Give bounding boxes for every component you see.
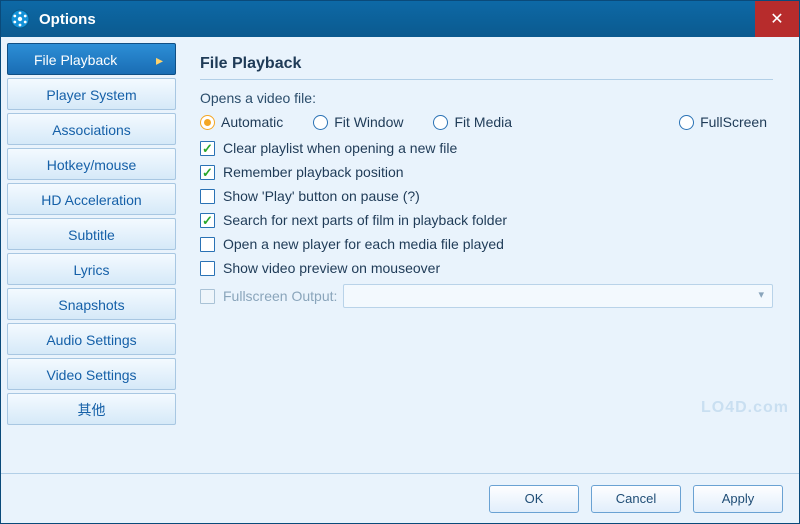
radio-automatic[interactable]: Automatic [200,114,283,130]
close-icon: ✕ [770,9,783,29]
radio-icon [200,115,215,130]
sidebar-item-player-system[interactable]: Player System [7,78,176,110]
checkbox-label: Search for next parts of film in playbac… [223,212,507,228]
sidebar-item-audio-settings[interactable]: Audio Settings [7,323,176,355]
sidebar-item-snapshots[interactable]: Snapshots [7,288,176,320]
check-open-new-player[interactable]: Open a new player for each media file pl… [200,236,773,252]
sidebar-item-label: Audio Settings [46,332,136,348]
check-clear-playlist[interactable]: Clear playlist when opening a new file [200,140,773,156]
titlebar: Options ✕ [1,1,799,37]
sidebar-item-hotkey-mouse[interactable]: Hotkey/mouse [7,148,176,180]
radio-fit-media[interactable]: Fit Media [433,114,512,130]
sidebar-item-label: Hotkey/mouse [47,157,136,173]
sidebar-item-label: Lyrics [73,262,109,278]
radio-icon [313,115,328,130]
check-preview-mouseover[interactable]: Show video preview on mouseover [200,260,773,276]
button-label: OK [525,491,544,506]
radio-icon [433,115,448,130]
checkbox-icon [200,189,215,204]
cancel-button[interactable]: Cancel [591,485,681,513]
app-icon [9,8,31,30]
fullscreen-output-label: Fullscreen Output: [223,288,337,304]
sidebar-item-other[interactable]: 其他 [7,393,176,425]
sidebar-item-label: Player System [46,87,136,103]
sidebar-item-label: 其他 [78,402,106,418]
button-label: Cancel [616,491,656,506]
check-search-next-parts[interactable]: Search for next parts of film in playbac… [200,212,773,228]
radio-icon [679,115,694,130]
sidebar-item-video-settings[interactable]: Video Settings [7,358,176,390]
checkbox-icon [200,261,215,276]
window-body: File Playback Player System Associations… [1,37,799,473]
radio-fit-window[interactable]: Fit Window [313,114,403,130]
check-show-play-button[interactable]: Show 'Play' button on pause (?) [200,188,773,204]
open-mode-radio-row: Automatic Fit Window Fit Media FullScree… [200,114,773,130]
sidebar-item-label: Video Settings [46,367,136,383]
sidebar-item-label: Associations [52,122,131,138]
sidebar-item-subtitle[interactable]: Subtitle [7,218,176,250]
sidebar: File Playback Player System Associations… [1,37,182,473]
content-panel: File Playback Opens a video file: Automa… [182,37,799,473]
check-remember-position[interactable]: Remember playback position [200,164,773,180]
close-button[interactable]: ✕ [755,1,799,37]
sidebar-item-label: File Playback [34,52,117,68]
radio-label: Fit Window [334,114,403,130]
radio-label: Automatic [221,114,283,130]
sidebar-item-hd-acceleration[interactable]: HD Acceleration [7,183,176,215]
checkbox-label: Show video preview on mouseover [223,260,440,276]
checkbox-icon [200,213,215,228]
apply-button[interactable]: Apply [693,485,783,513]
checkbox-label: Open a new player for each media file pl… [223,236,504,252]
checkbox-icon [200,289,215,304]
checkbox-label: Remember playback position [223,164,404,180]
checkbox-icon [200,141,215,156]
checkbox-label: Show 'Play' button on pause (?) [223,188,420,204]
fullscreen-output-dropdown [343,284,773,308]
checkbox-icon [200,237,215,252]
opens-label: Opens a video file: [200,90,773,106]
checkbox-label: Clear playlist when opening a new file [223,140,457,156]
radio-label: Fit Media [454,114,512,130]
footer: OK Cancel Apply [1,473,799,523]
button-label: Apply [722,491,755,506]
watermark: LO4D.com [701,399,789,417]
options-window: Options ✕ File Playback Player System As… [0,0,800,524]
fullscreen-output-row: Fullscreen Output: [200,284,773,308]
ok-button[interactable]: OK [489,485,579,513]
radio-label: FullScreen [700,114,767,130]
sidebar-item-lyrics[interactable]: Lyrics [7,253,176,285]
sidebar-item-label: HD Acceleration [41,192,141,208]
sidebar-item-associations[interactable]: Associations [7,113,176,145]
sidebar-item-file-playback[interactable]: File Playback [7,43,176,75]
section-title: File Playback [200,55,773,80]
window-title: Options [39,11,96,28]
radio-fullscreen[interactable]: FullScreen [679,114,767,130]
checkbox-icon [200,165,215,180]
sidebar-item-label: Subtitle [68,227,115,243]
sidebar-item-label: Snapshots [58,297,124,313]
